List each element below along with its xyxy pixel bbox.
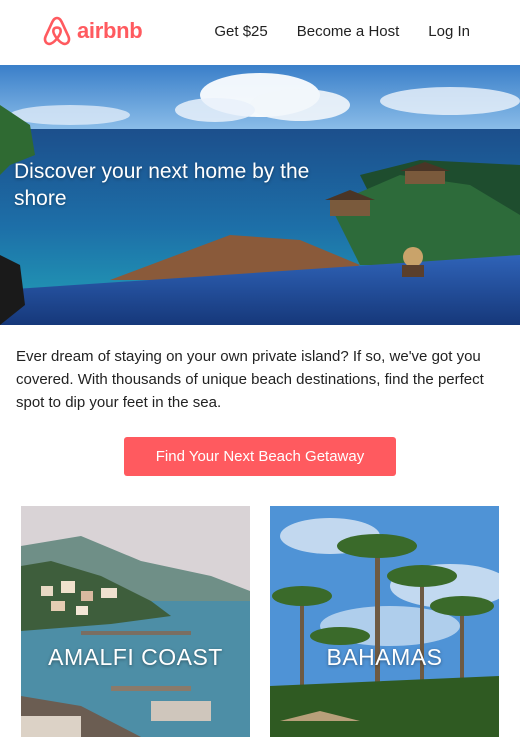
top-nav: Get $25 Become a Host Log In: [185, 23, 470, 40]
hero-heading: Discover your next home by the shore: [14, 160, 310, 210]
site-header: airbnb Get $25 Become a Host Log In: [0, 0, 520, 65]
destination-label: AMALFI COAST: [48, 644, 223, 670]
hero-banner: Discover your next home by the shore: [0, 65, 520, 325]
nav-become-host-link[interactable]: Become a Host: [297, 23, 400, 40]
amalfi-coast-image: [21, 506, 250, 737]
bahamas-image: [270, 506, 499, 737]
destination-card-bahamas[interactable]: BAHAMAS: [270, 506, 499, 737]
nav-log-in-link[interactable]: Log In: [428, 23, 470, 40]
intro-paragraph: Ever dream of staying on your own privat…: [16, 348, 484, 411]
airbnb-logo[interactable]: airbnb: [42, 15, 143, 47]
airbnb-belo-icon: [43, 16, 71, 46]
destination-card-amalfi[interactable]: AMALFI COAST: [21, 506, 250, 737]
find-beach-getaway-button[interactable]: Find Your Next Beach Getaway: [124, 437, 396, 476]
destination-label: BAHAMAS: [326, 644, 443, 670]
brand-name: airbnb: [77, 18, 143, 43]
nav-get-25-link[interactable]: Get $25: [214, 23, 267, 40]
